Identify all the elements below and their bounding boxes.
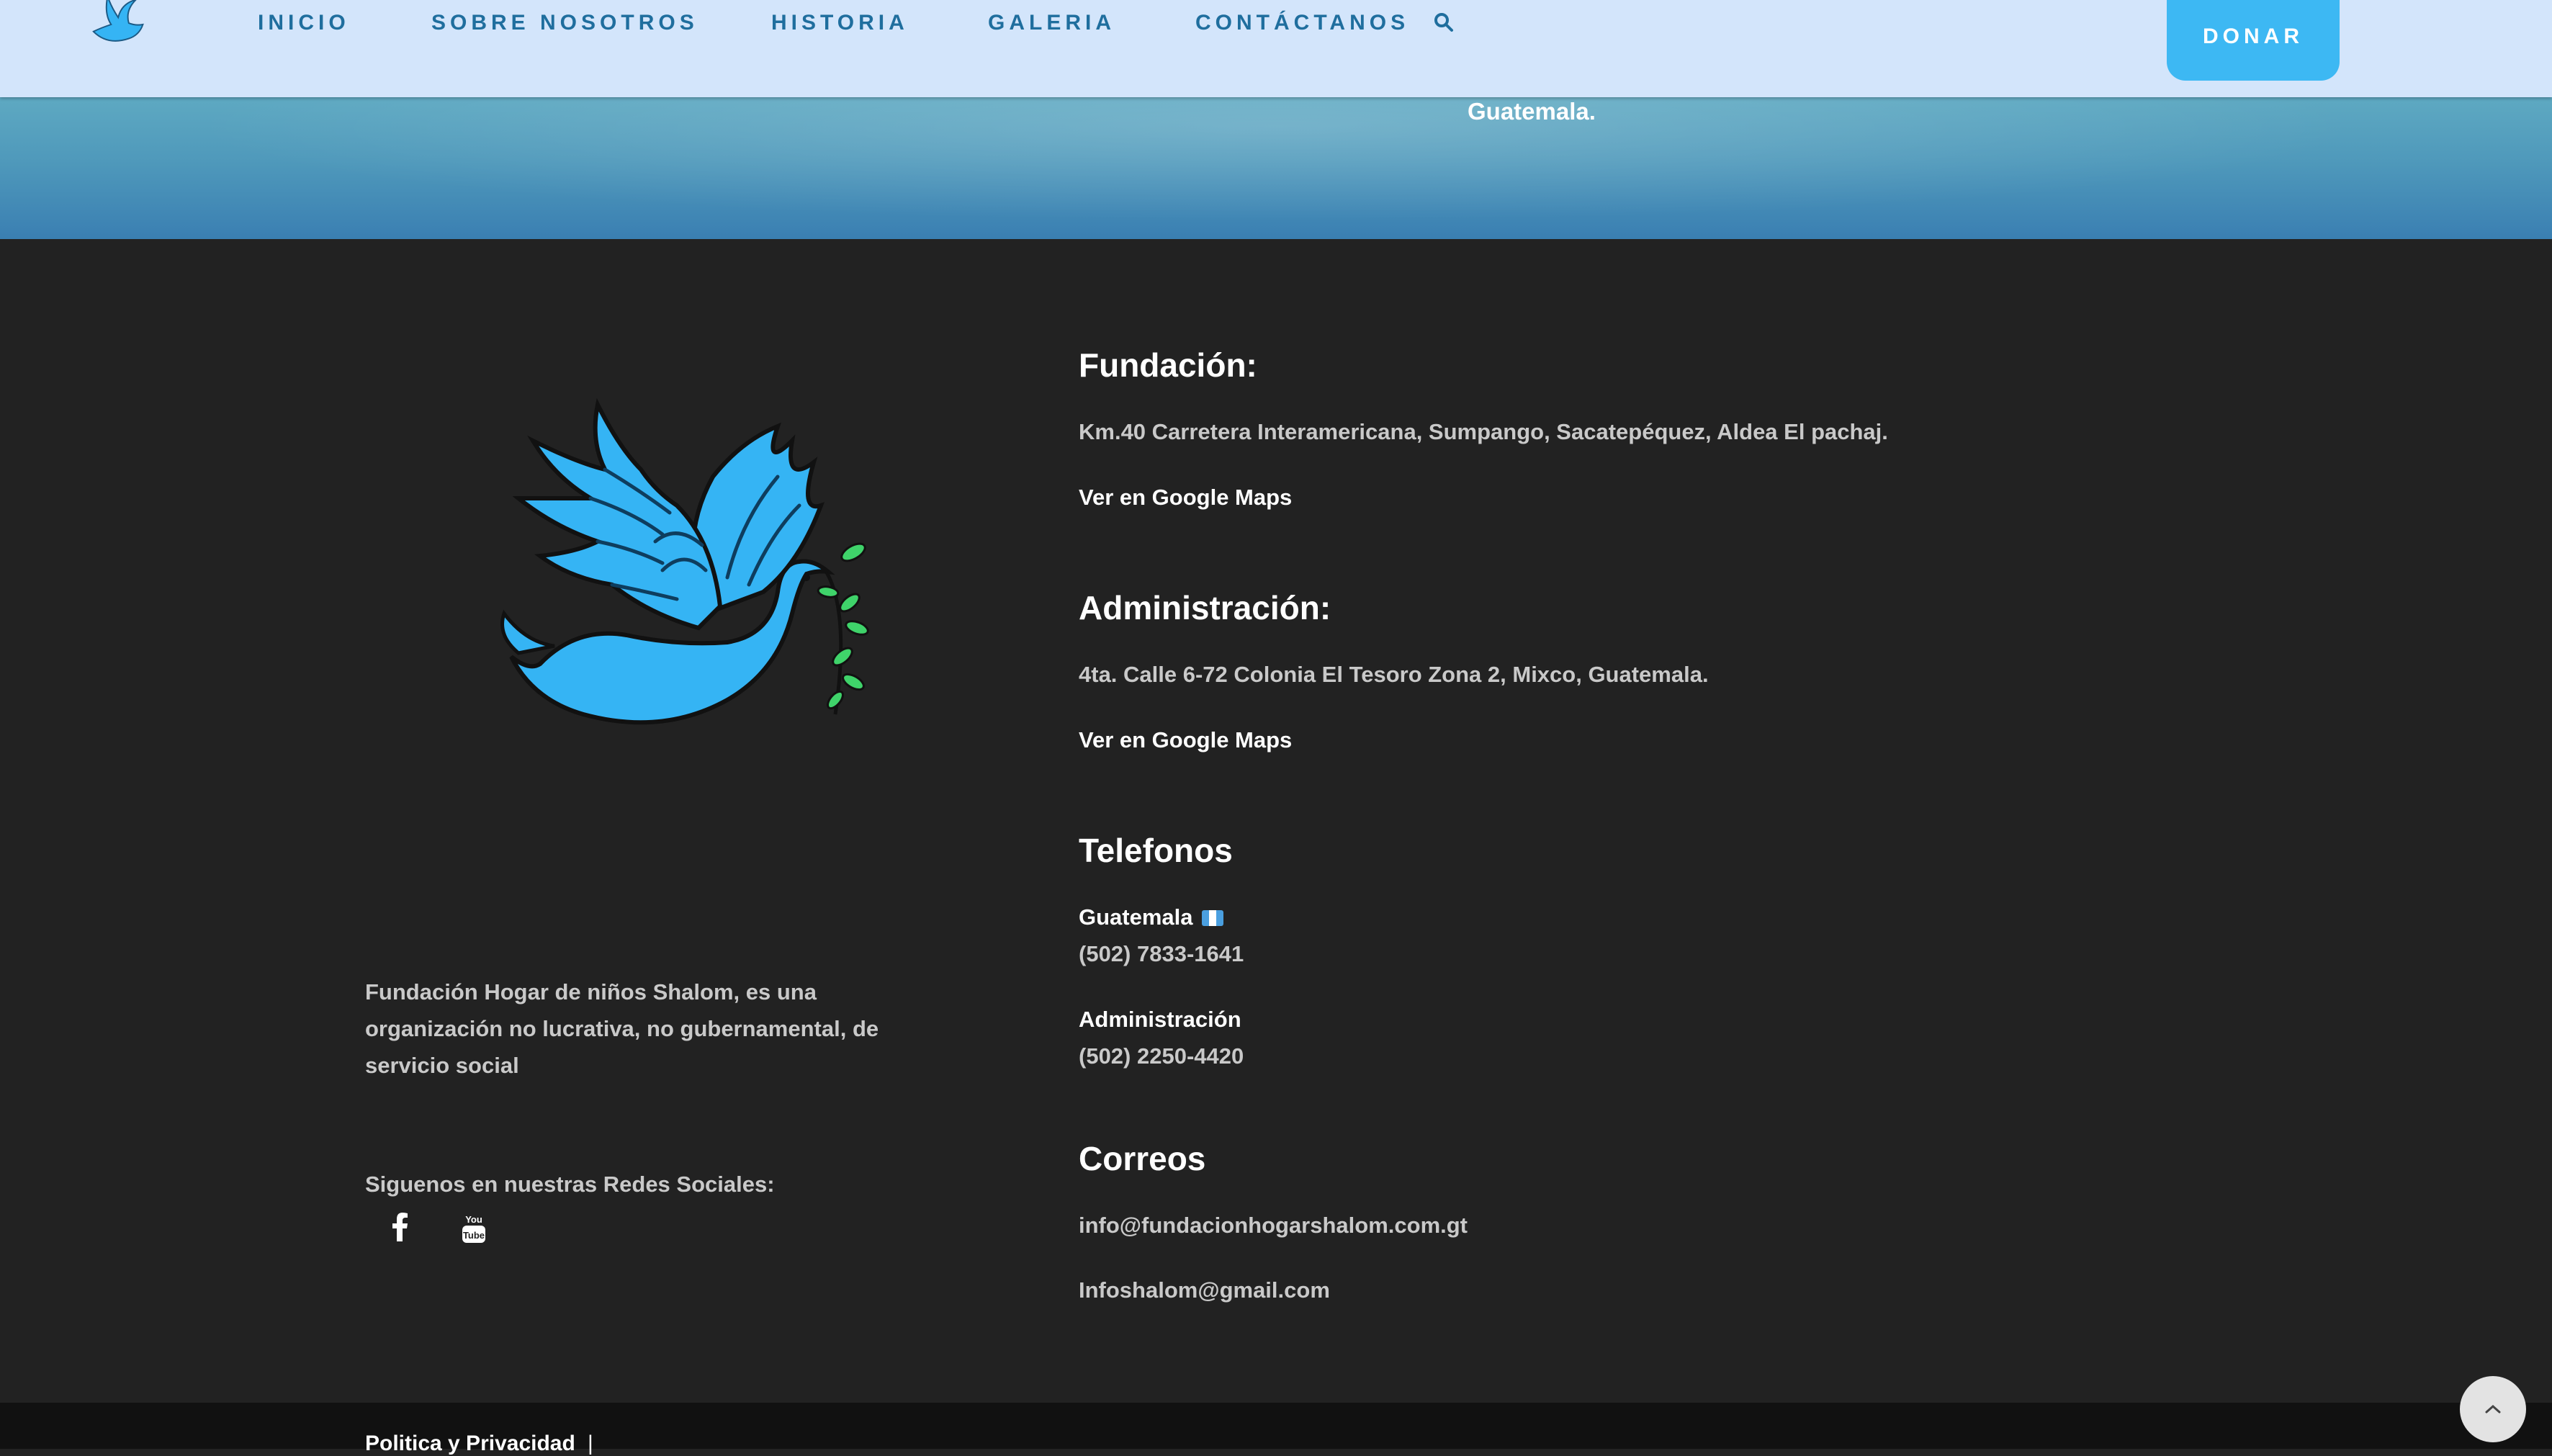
dove-logo-icon[interactable] [86,0,157,53]
phone-number-guatemala[interactable]: (502) 7833-1641 [1079,941,1244,967]
fundacion-address: Km.40 Carretera Interamericana, Sumpango… [1079,419,1888,444]
site-header: INICIO SOBRE NOSOTROS HISTORIA GALERIA C… [0,0,2552,97]
dove-logo-icon [500,397,869,725]
site-footer: Fundación Hogar de niños Shalom, es una … [0,239,2552,1403]
phone-label-administracion: Administración [1079,1007,1241,1032]
administracion-maps-link[interactable]: Ver en Google Maps [1079,727,1292,753]
telefonos-title: Telefonos [1079,832,1233,869]
svg-text:You: You [465,1214,482,1225]
phone-label-guatemala: Guatemala [1079,904,1223,930]
youtube-icon[interactable]: You Tube [459,1213,488,1244]
guatemala-flag-icon [1201,910,1223,926]
correos-title: Correos [1079,1140,1206,1177]
administracion-address: 4ta. Calle 6-72 Colonia El Tesoro Zona 2… [1079,662,1709,687]
separator: | [588,1432,593,1455]
hero-text: Guatemala. [1468,98,1596,125]
social-title: Siguenos en nuestras Redes Sociales: [365,1172,775,1197]
about-text: Fundación Hogar de niños Shalom, es una … [365,979,879,1078]
email-link-info[interactable]: info@fundacionhogarshalom.com.gt [1079,1213,1468,1239]
nav-contactanos[interactable]: CONTÁCTANOS [1195,9,1409,37]
chevron-up-icon [2485,1404,2501,1414]
search-icon[interactable] [1433,12,1455,33]
scroll-to-top-button[interactable] [2460,1376,2526,1442]
fundacion-title: Fundación: [1079,346,1257,384]
administracion-title: Administración: [1079,589,1331,626]
hero-banner: Guatemala. [0,97,2552,239]
phone-label-text: Guatemala [1079,904,1193,930]
svg-text:Tube: Tube [463,1230,485,1241]
nav-sobre-nosotros[interactable]: SOBRE NOSOTROS [431,9,698,37]
email-link-gmail[interactable]: Infoshalom@gmail.com [1079,1277,1330,1303]
donate-button[interactable]: DONAR [2167,0,2340,81]
fundacion-maps-link[interactable]: Ver en Google Maps [1079,485,1292,511]
nav-galeria[interactable]: GALERIA [988,9,1115,37]
nav-inicio[interactable]: INICIO [258,9,350,37]
nav-historia[interactable]: HISTORIA [771,9,909,37]
facebook-icon[interactable] [389,1213,410,1241]
phone-number-administracion[interactable]: (502) 2250-4420 [1079,1043,1244,1069]
privacy-policy-link[interactable]: Politica y Privacidad [365,1432,575,1456]
bottom-bar: Politica y Privacidad | [0,1403,2552,1455]
